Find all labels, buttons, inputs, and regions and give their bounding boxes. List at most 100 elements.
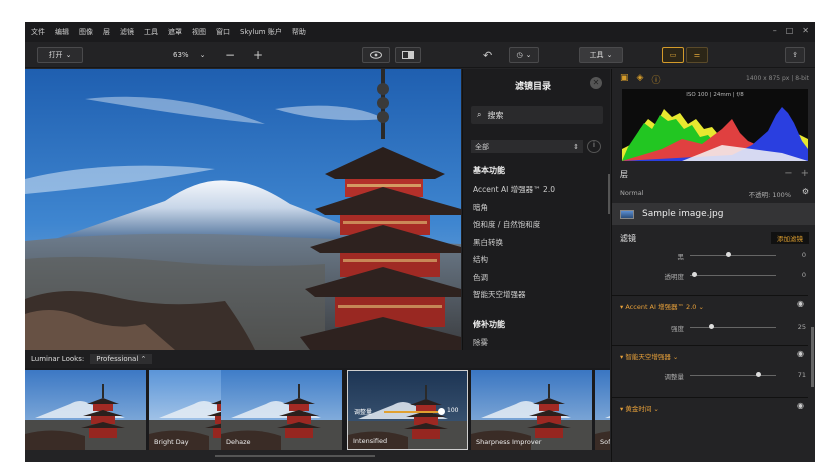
menu-tools[interactable]: 工具 <box>144 27 158 37</box>
zoom-out-button[interactable]: − <box>225 47 235 63</box>
look-preview <box>25 370 146 450</box>
look-thumbnail[interactable]: Sof <box>595 370 610 450</box>
catalog-scrollbar[interactable] <box>608 174 610 214</box>
menu-edit[interactable]: 编辑 <box>55 27 69 37</box>
look-name: Sof <box>600 438 610 446</box>
filter-item[interactable]: 黑白转换 <box>473 237 503 248</box>
slider-value: 25 <box>797 323 806 331</box>
info-icon[interactable]: ⓘ <box>651 73 660 86</box>
eye-icon[interactable]: ◉ <box>797 299 804 308</box>
layer-row[interactable]: Sample image.jpg <box>612 203 815 225</box>
filter-item[interactable]: 除雾 <box>473 337 488 348</box>
zoom-in-button[interactable]: + <box>253 47 263 63</box>
slider-amount[interactable]: 调整量 71 <box>612 369 807 381</box>
layer-thumbnail <box>620 209 634 219</box>
menu-file[interactable]: 文件 <box>31 27 45 37</box>
filter-item[interactable]: Accent AI 增强器™ 2.0 <box>473 184 555 195</box>
filter-select-value: 全部 <box>475 142 489 151</box>
filmstrip-toggle[interactable]: ▭ <box>662 47 684 63</box>
filter-section-golden-hour[interactable]: ▾ 黄金时间 ⌄ ◉ <box>612 397 808 415</box>
catalog-search[interactable]: ⌕ 搜索 <box>471 106 603 124</box>
add-layer-button[interactable]: + <box>801 168 809 179</box>
look-thumbnail-selected[interactable]: 调整量 100 Intensified <box>347 370 468 450</box>
looks-category-select[interactable]: Professional ⌃ <box>90 354 153 364</box>
remove-layer-button[interactable]: − <box>784 168 792 179</box>
menu-window[interactable]: 窗口 <box>216 27 230 37</box>
look-thumbnail[interactable]: Sharpness Improver <box>471 370 592 450</box>
filter-item[interactable]: 色调 <box>473 272 488 283</box>
image-canvas[interactable] <box>25 69 461 350</box>
filter-item[interactable]: 暗角 <box>473 202 488 213</box>
image-icon[interactable]: ▣ <box>620 73 629 86</box>
filter-item[interactable]: 智能天空增强器 <box>473 289 526 300</box>
eye-icon[interactable]: ◉ <box>797 401 804 410</box>
slider-track[interactable] <box>690 275 776 276</box>
layer-name: Sample image.jpg <box>642 209 724 219</box>
history-button[interactable]: ◷ ⌄ <box>509 47 539 63</box>
section-basic: 基本功能 <box>473 166 505 175</box>
slider-knob[interactable] <box>709 324 714 329</box>
export-button[interactable]: ⇪ <box>785 47 805 63</box>
right-panel: ▣ ◈ ⓘ 1400 x 875 px | 8-bit ISO 100 | 24… <box>611 69 815 462</box>
slider-knob[interactable] <box>691 272 697 277</box>
filter-section-sky[interactable]: ▾ 智能天空增强器 ⌄ ◉ <box>612 345 808 363</box>
looks-bar: Luminar Looks: Professional ⌃ <box>25 350 610 368</box>
maximize-button[interactable]: □ <box>786 26 794 35</box>
info-icon[interactable]: i <box>587 140 601 153</box>
slider-black[interactable]: 黑 0 <box>612 249 807 261</box>
sliders-icon: ⚌ <box>693 51 701 59</box>
catalog-filter-select[interactable]: 全部 ⇕ <box>471 140 583 153</box>
luminar-window: 文件 编辑 图像 层 滤镜 工具 遮罩 视图 窗口 Skylum 账户 帮助 –… <box>25 22 815 462</box>
slider-value: 0 <box>801 271 806 279</box>
menu-layer[interactable]: 层 <box>103 27 110 37</box>
close-catalog-button[interactable]: ✕ <box>590 77 602 89</box>
slider-knob[interactable] <box>726 252 732 257</box>
filters-title[interactable]: 滤镜 <box>620 233 636 244</box>
menu-filter[interactable]: 滤镜 <box>120 27 134 37</box>
open-button[interactable]: 打开 ⌄ <box>37 47 83 63</box>
layers-icon[interactable]: ◈ <box>637 73 644 86</box>
filter-item[interactable]: 饱和度 / 自然饱和度 <box>473 219 540 230</box>
slider-transparency[interactable]: 透明度 0 <box>612 269 807 281</box>
look-name: Sharpness Improver <box>476 438 542 446</box>
menu-view[interactable]: 视图 <box>192 27 206 37</box>
panel-scrollbar[interactable] <box>811 327 814 387</box>
undo-button[interactable]: ↶ <box>483 47 503 63</box>
layers-title[interactable]: 层 <box>620 169 628 180</box>
look-amount-slider[interactable] <box>384 411 442 413</box>
look-amount-label: 调整量 <box>354 409 373 416</box>
gear-icon[interactable]: ⚙ <box>802 187 809 196</box>
look-thumbnail[interactable]: Dehaze <box>221 370 342 450</box>
menu-account[interactable]: Skylum 账户 <box>240 27 282 37</box>
slider-strength[interactable]: 强度 25 <box>612 321 806 333</box>
menu-help[interactable]: 帮助 <box>292 27 306 37</box>
preview-eye-button[interactable] <box>362 47 390 63</box>
slider-track[interactable] <box>690 255 776 256</box>
clock-icon: ◷ <box>516 51 523 59</box>
chevron-down-icon: ⌄ <box>199 51 206 59</box>
toolbar: 打开 ⌄ 63% ⌄ − + ↶ ◷ ⌄ 工具 ⌄ ▭ ⚌ ⇪ <box>25 42 815 68</box>
look-thumbnail[interactable] <box>25 370 146 450</box>
opacity-select[interactable]: 不透明: 100% <box>749 189 791 199</box>
tools-button[interactable]: 工具 ⌄ <box>579 47 623 63</box>
slider-track[interactable] <box>690 375 776 376</box>
look-amount-knob[interactable] <box>438 408 445 415</box>
close-window-button[interactable]: ✕ <box>802 26 809 35</box>
menu-image[interactable]: 图像 <box>79 27 93 37</box>
filter-section-accent[interactable]: ▾ Accent AI 增强器™ 2.0 ⌄ ◉ <box>612 295 808 313</box>
blend-mode-select[interactable]: Normal <box>620 189 644 197</box>
eye-icon[interactable]: ◉ <box>797 349 804 358</box>
slider-track[interactable] <box>690 327 776 328</box>
compare-button[interactable] <box>395 47 421 63</box>
add-filter-button[interactable]: 添加滤镜 <box>771 232 809 244</box>
menu-mask[interactable]: 遮罩 <box>168 27 182 37</box>
slider-knob[interactable] <box>756 372 762 377</box>
filter-item[interactable]: 结构 <box>473 254 488 265</box>
looks-scrollbar[interactable] <box>25 450 610 462</box>
section-title: ▾ Accent AI 增强器™ 2.0 ⌄ <box>620 303 704 311</box>
chevron-down-icon: ⌄ <box>606 51 613 59</box>
zoom-select[interactable]: 63% ⌄ <box>173 47 221 63</box>
section-repair: 修补功能 <box>473 320 505 329</box>
minimize-button[interactable]: – <box>773 26 777 35</box>
sliders-toggle[interactable]: ⚌ <box>686 47 708 63</box>
